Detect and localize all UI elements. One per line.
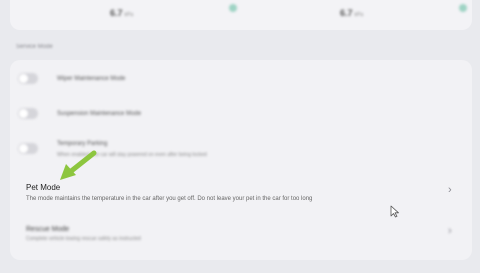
tire-pressure-right: 6.7 kPa (340, 8, 363, 18)
tire-status-dot-icon (459, 4, 467, 12)
suspension-maintenance-label: Suspension Maintenance Mode (57, 111, 142, 117)
mouse-pointer-icon (390, 205, 399, 218)
temporary-parking-toggle[interactable] (18, 143, 38, 154)
chevron-right-icon[interactable]: › (448, 226, 452, 237)
rescue-mode-description: Complete vehicle towing rescue safely as… (26, 236, 141, 242)
tire-pressure-right-value: 6.7 (340, 8, 353, 18)
tire-status-dot-icon (229, 4, 237, 12)
rescue-mode-title: Rescue Mode (26, 226, 70, 233)
wiper-maintenance-label: Wiper Maintenance Mode (57, 76, 126, 82)
temporary-parking-label: Temporary Parking (57, 141, 108, 147)
suspension-maintenance-toggle[interactable] (18, 108, 38, 119)
tire-pressure-right-unit: kPa (354, 12, 364, 18)
vehicle-settings-screen: 6.7 kPa 6.7 kPa Service Mode Wiper Mainten… (0, 0, 480, 273)
section-title: Service Mode (16, 44, 53, 50)
wiper-maintenance-toggle[interactable] (18, 73, 38, 84)
chevron-right-icon[interactable]: › (448, 185, 452, 196)
pet-mode-title: Pet Mode (26, 183, 61, 192)
tire-pressure-left: 6.7 kPa (110, 8, 133, 18)
tire-pressure-card: 6.7 kPa 6.7 kPa (10, 0, 472, 30)
tire-pressure-left-unit: kPa (124, 12, 134, 18)
pet-mode-description: The mode maintains the temperature in th… (26, 196, 313, 202)
highlight-arrow-icon (60, 150, 97, 180)
tire-pressure-left-value: 6.7 (110, 8, 123, 18)
